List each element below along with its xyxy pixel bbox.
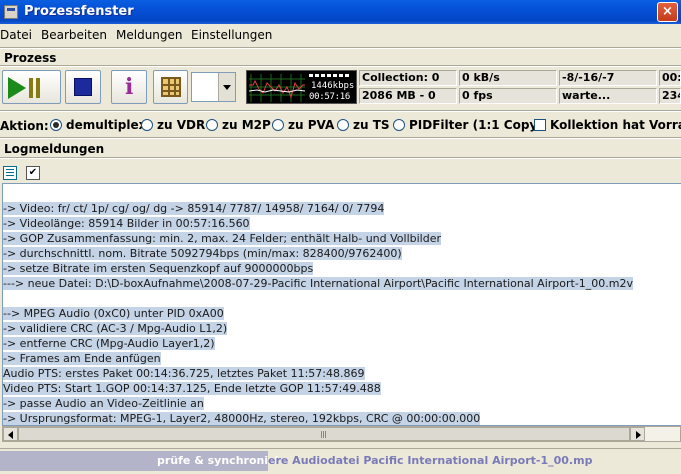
radio-demultiplex[interactable] xyxy=(50,119,62,131)
grid-button[interactable] xyxy=(153,70,188,104)
bitrate-readout: 1446kbps xyxy=(311,81,355,91)
prozess-group-title: Prozess xyxy=(4,51,57,65)
menu-datei[interactable]: Datei xyxy=(0,28,32,42)
radio-zu-m2p[interactable] xyxy=(206,119,218,131)
radio-pidfilter-label[interactable]: PIDFilter (1:1 Copy) xyxy=(409,118,543,132)
status-progress-text: prüfe & synchronisi xyxy=(157,454,279,467)
time-field: 00:2 xyxy=(659,70,681,86)
log-area[interactable]: -> Video: fr/ ct/ 1p/ cg/ og/ dg -> 8591… xyxy=(2,183,681,426)
radio-demultiplex-label[interactable]: demultiplex xyxy=(66,118,146,132)
radio-zu-pva[interactable] xyxy=(272,119,284,131)
log-line: -> setze Bitrate im ersten Sequenzkopf a… xyxy=(3,262,314,275)
counters-field: -8/-16/-7 xyxy=(559,70,657,86)
log-line: --> MPEG Audio (0xC0) unter PID 0xA00 xyxy=(3,307,224,320)
chevron-down-icon[interactable] xyxy=(218,73,235,101)
log-line: -> GOP Zusammenfassung: min. 2, max. 24 … xyxy=(3,232,442,245)
window-title: Prozessfenster xyxy=(24,4,134,19)
close-button[interactable]: × xyxy=(657,2,678,22)
collection-field: Collection: 0 xyxy=(359,70,457,86)
log-check-icon[interactable]: ✔ xyxy=(26,166,40,180)
log-line: Audio PTS: erstes Paket 00:14:36.725, le… xyxy=(3,367,365,380)
radio-pidfilter[interactable] xyxy=(393,119,405,131)
log-line: -> Frames am Ende anfügen xyxy=(3,352,161,365)
log-line: -> Ursprungsformat: MPEG-1, Layer2, 4800… xyxy=(3,412,481,425)
scroll-right-icon[interactable] xyxy=(630,427,645,441)
title-bar: Prozessfenster × xyxy=(0,0,681,24)
count-field: 234 xyxy=(659,88,681,104)
pause-icon xyxy=(29,78,33,98)
radio-zu-ts[interactable] xyxy=(337,119,349,131)
radio-zu-vdr[interactable] xyxy=(141,119,153,131)
scrollbar-thumb[interactable] xyxy=(18,427,630,441)
mode-combo[interactable] xyxy=(191,72,236,102)
app-icon xyxy=(4,5,18,19)
kollektion-checkbox[interactable] xyxy=(534,119,546,131)
status-field: warte... xyxy=(559,88,657,104)
log-line: -> Video: fr/ ct/ 1p/ cg/ og/ dg -> 8591… xyxy=(3,202,385,215)
bitrate-monitor: 1446kbps 00:57:16 xyxy=(246,70,357,104)
start-pause-button[interactable] xyxy=(2,70,61,104)
scroll-left-icon[interactable] xyxy=(3,427,18,441)
menu-meldungen[interactable]: Meldungen xyxy=(116,28,183,42)
horizontal-scrollbar[interactable] xyxy=(2,426,681,442)
fps-field: 0 fps xyxy=(459,88,557,104)
log-line: -> Videolänge: 85914 Bilder in 00:57:16.… xyxy=(3,217,250,230)
aktion-label: Aktion: xyxy=(0,119,49,133)
radio-zu-ts-label[interactable]: zu TS xyxy=(353,118,390,132)
radio-zu-m2p-label[interactable]: zu M2P xyxy=(222,118,271,132)
log-line: -> passe Audio an Video-Zeitlinie an xyxy=(3,397,204,410)
separator xyxy=(0,47,681,49)
log-list-icon[interactable] xyxy=(3,166,17,180)
kollektion-checkbox-label[interactable]: Kollektion hat Vorrang xyxy=(550,118,681,132)
play-icon xyxy=(8,77,26,99)
separator xyxy=(0,157,681,159)
grip-icon xyxy=(321,431,322,438)
info-button[interactable]: i xyxy=(111,70,147,104)
log-line: -> durchschnittl. nom. Bitrate 5092794bp… xyxy=(3,247,402,260)
status-bar: prüfe & synchronisi ere Audiodatei Pacif… xyxy=(0,448,681,472)
separator xyxy=(0,65,681,67)
grid-icon xyxy=(161,77,181,97)
log-line: Video PTS: Start 1.GOP 00:14:37.125, End… xyxy=(3,382,381,395)
radio-zu-vdr-label[interactable]: zu VDR xyxy=(157,118,205,132)
log-line: -> validiere CRC (AC-3 / Mpg-Audio L1,2) xyxy=(3,322,228,335)
rate-field: 0 kB/s xyxy=(459,70,557,86)
menu-einstellungen[interactable]: Einstellungen xyxy=(191,28,272,42)
radio-zu-pva-label[interactable]: zu PVA xyxy=(288,118,334,132)
separator xyxy=(0,110,681,112)
log-line: -> entferne CRC (Mpg-Audio Layer1,2) xyxy=(3,337,215,350)
stop-button[interactable] xyxy=(65,70,101,104)
status-rest-text: ere Audiodatei Pacific International Air… xyxy=(268,454,593,467)
size-field: 2086 MB - 0 xyxy=(359,88,457,104)
log-line: ---> neue Datei: D:\D-boxAufnahme\2008-0… xyxy=(3,277,634,290)
log-group-title: Logmeldungen xyxy=(4,142,105,156)
info-icon: i xyxy=(125,74,134,100)
menu-bearbeiten[interactable]: Bearbeiten xyxy=(41,28,107,42)
separator xyxy=(0,137,681,139)
time-readout: 00:57:16 xyxy=(309,92,350,102)
menu-bar: Datei Bearbeiten Meldungen Einstellungen xyxy=(0,25,681,45)
stop-icon xyxy=(74,78,92,96)
